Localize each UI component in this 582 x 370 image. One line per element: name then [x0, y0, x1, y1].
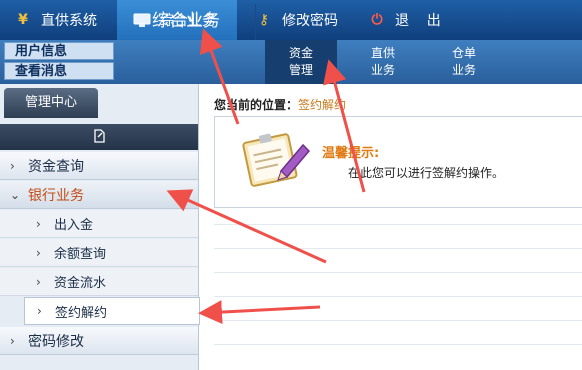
sidebar-item-deposit-withdraw[interactable]: › 出入金	[0, 210, 198, 238]
sidebar-item-label: 签约解约	[55, 305, 108, 321]
sidebar-item-label: 资金流水	[54, 276, 107, 291]
user-info-button[interactable]: 用户信息	[4, 42, 114, 60]
yen-icon: ¥	[18, 12, 28, 28]
view-messages-button[interactable]: 查看消息	[4, 62, 114, 80]
tab-label-line1: 直供	[370, 46, 395, 60]
tab-label-line2: 管理	[288, 63, 313, 77]
sidebar-item-label: 资金查询	[28, 158, 84, 175]
tip-text: 在此您可以进行签解约操作。	[348, 166, 505, 180]
nav-label: 退 出	[395, 13, 441, 29]
tab-warehouse-receipt[interactable]: 仓单 业务	[428, 40, 500, 84]
sidebar-item-label: 出入金	[54, 218, 94, 233]
chevron-right-icon: ›	[10, 333, 15, 348]
tab-direct-supply[interactable]: 直供 业务	[347, 40, 419, 84]
tab-fund-management[interactable]: 资金 管理	[265, 40, 337, 84]
sidebar-item-fund-flow[interactable]: › 资金流水	[0, 268, 198, 296]
key-icon: ⚷	[258, 12, 270, 28]
chevron-down-icon: ⌄	[10, 187, 21, 202]
sidebar-item-label: 余额查询	[54, 247, 107, 262]
sidebar-toolbar	[0, 124, 198, 150]
nav-direct-supply[interactable]: ¥ 直供系统	[14, 0, 112, 40]
tip-title: 温馨提示:	[322, 146, 380, 161]
sidebar-item-balance-query[interactable]: › 余额查询	[0, 239, 198, 267]
chevron-right-icon: ›	[36, 216, 41, 231]
content-gridline	[214, 248, 582, 249]
section-title: 综合业务	[152, 11, 220, 31]
breadcrumb-current: 签约解约	[298, 98, 347, 112]
sidebar-item-fund-query[interactable]: › 资金查询	[0, 152, 198, 180]
sidebar-item-label: 密码修改	[28, 333, 84, 350]
sidebar-item-bank-business[interactable]: ⌄ 银行业务	[0, 181, 198, 209]
file-edit-icon[interactable]	[92, 128, 106, 146]
sidebar-item-label: 银行业务	[28, 187, 84, 204]
tip-panel: 温馨提示: 在此您可以进行签解约操作。	[214, 116, 582, 208]
sidebar-tab-management-center[interactable]: 管理中心	[4, 88, 98, 118]
chevron-right-icon: ›	[10, 158, 15, 173]
breadcrumb: 您当前的位置：签约解约	[214, 96, 346, 113]
content-gridline	[214, 272, 582, 273]
tab-label-line2: 业务	[451, 63, 476, 77]
nav-label: 直供系统	[41, 13, 97, 29]
chevron-right-icon: ›	[37, 304, 42, 318]
sidebar-item-sign-cancel[interactable]: › 签约解约	[24, 297, 200, 325]
divider	[255, 4, 256, 40]
tab-label-line1: 仓单	[451, 46, 476, 60]
sidebar-item-password-change[interactable]: › 密码修改	[0, 327, 198, 355]
tab-label-line1: 资金	[288, 46, 313, 60]
power-icon: ⏻	[371, 12, 383, 28]
nav-logout[interactable]: ⏻ 退 出	[368, 0, 468, 40]
content-gridline	[214, 296, 582, 297]
tab-label-line2: 业务	[370, 63, 395, 77]
chevron-right-icon: ›	[36, 245, 41, 260]
breadcrumb-prefix: 您当前的位置：	[214, 98, 299, 112]
monitor-icon	[133, 11, 151, 29]
content-gridline	[214, 224, 582, 225]
content-gridline	[214, 320, 582, 321]
chevron-right-icon: ›	[36, 274, 41, 289]
nav-change-password[interactable]: ⚷ 修改密码	[255, 0, 355, 40]
content-gridline	[214, 344, 582, 345]
arrow-to-sign-cancel	[198, 300, 321, 325]
nav-label: 修改密码	[282, 13, 338, 29]
notepad-pencil-icon	[237, 127, 313, 196]
